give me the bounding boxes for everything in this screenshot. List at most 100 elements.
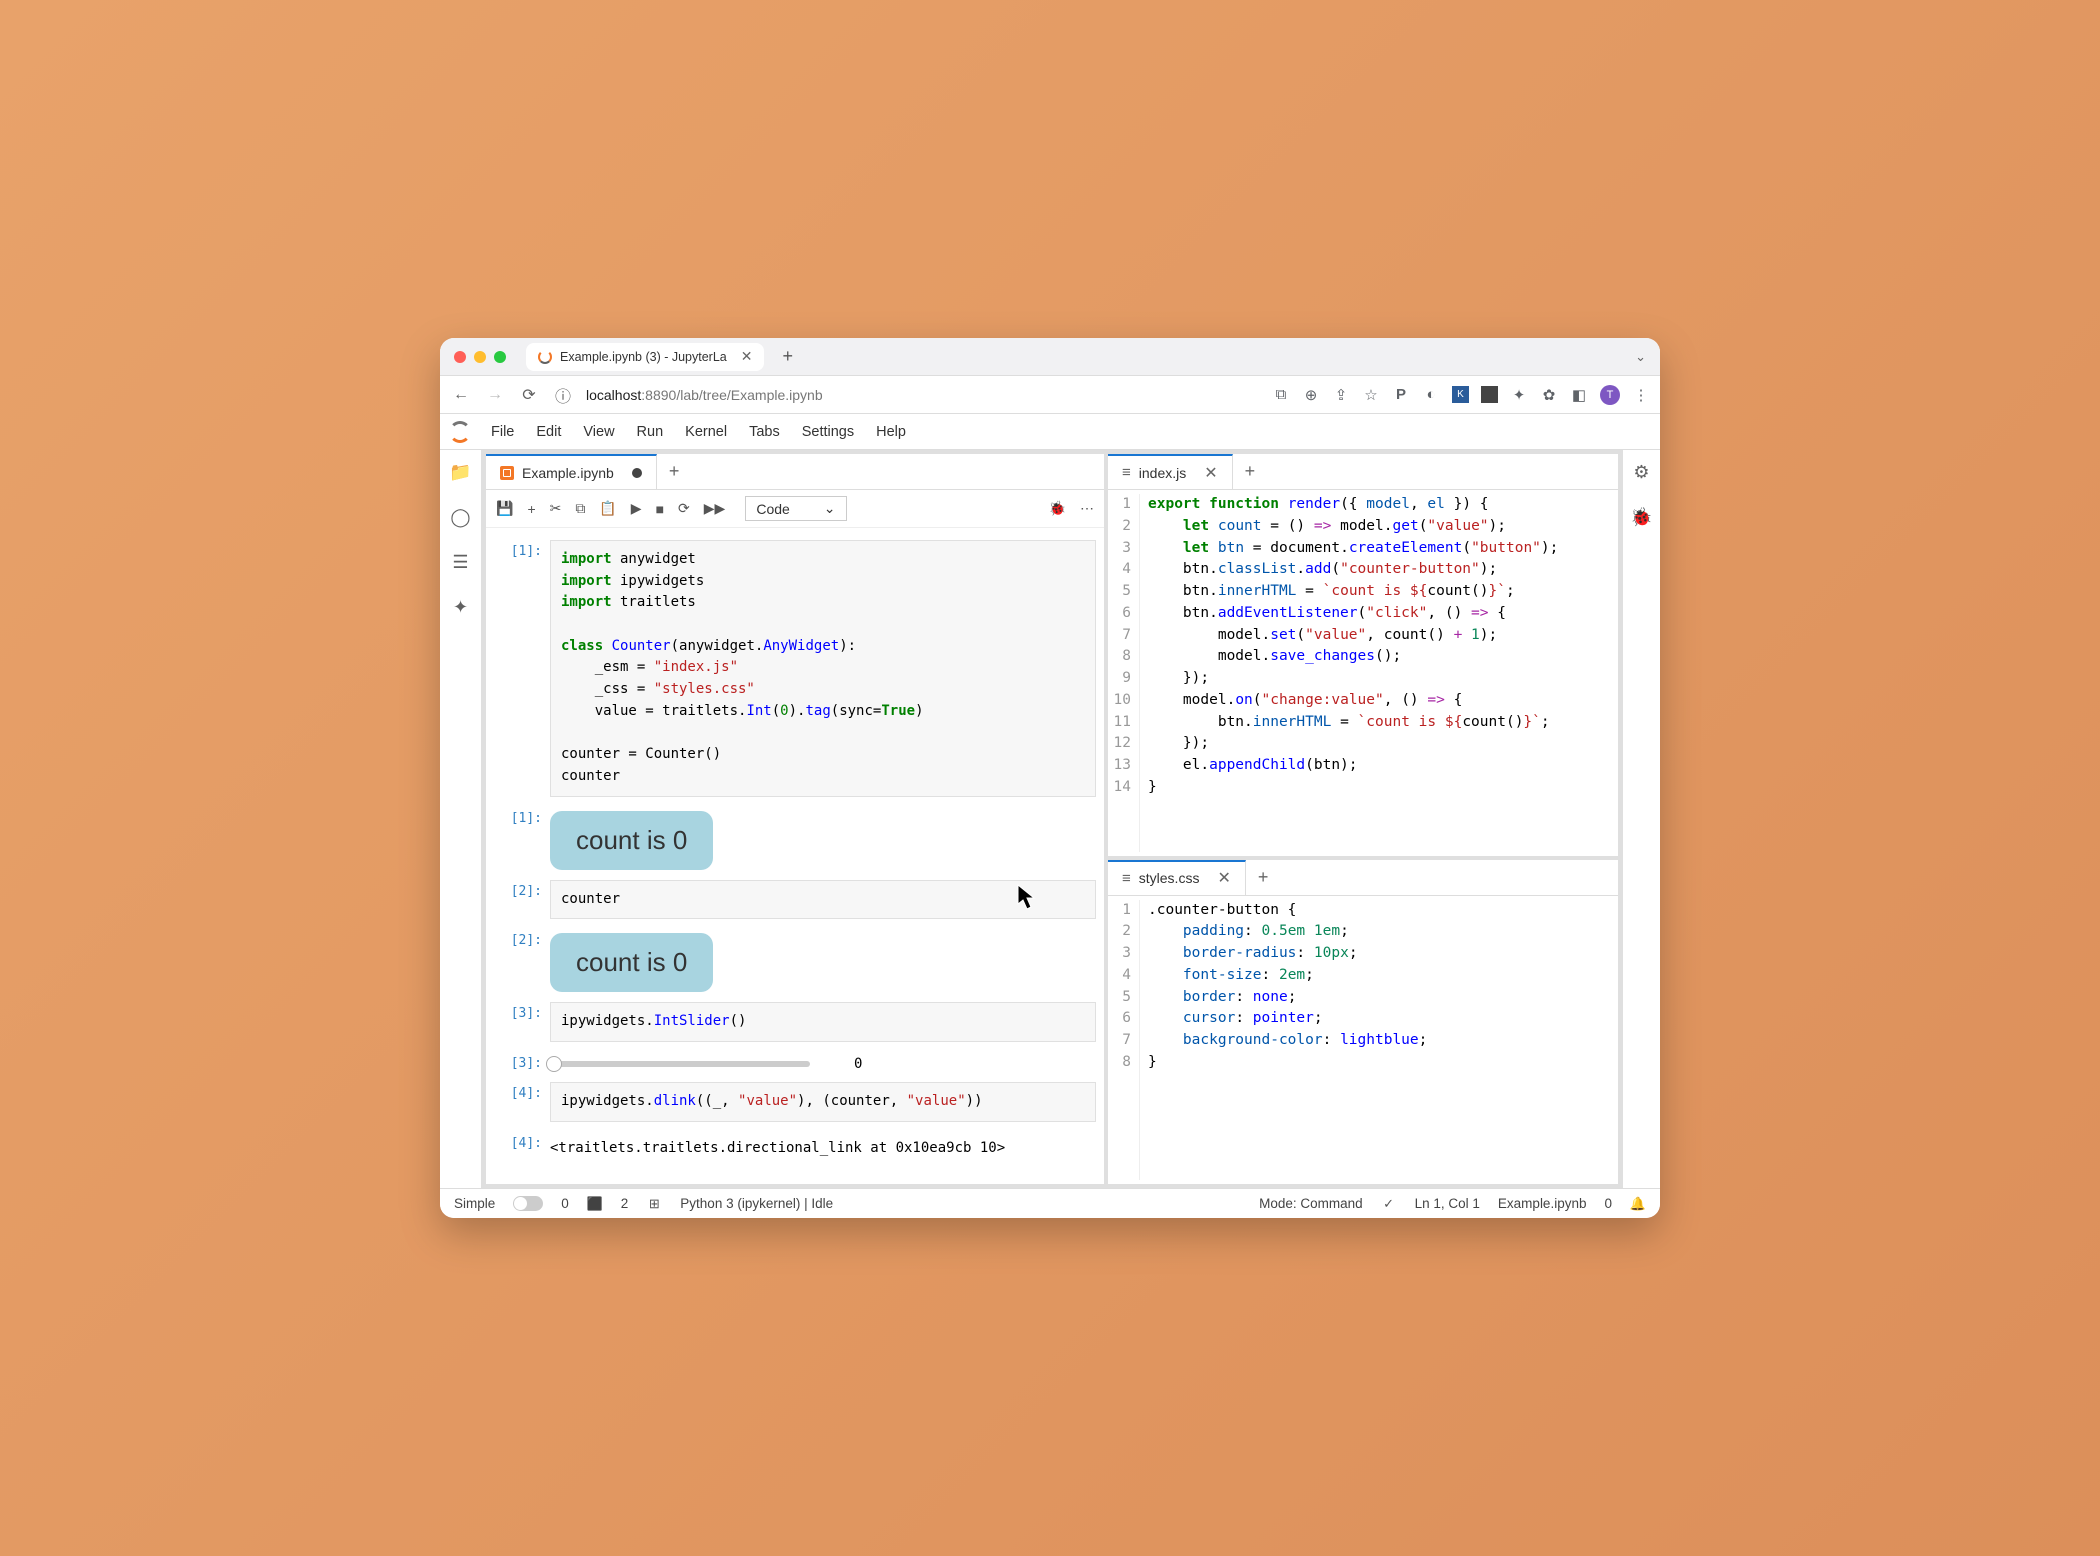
ext-blocker-icon[interactable]: ◐ <box>1422 386 1440 404</box>
js-code[interactable]: export function render({ model, el }) { … <box>1140 494 1618 852</box>
js-tab[interactable]: ≡ index.js ✕ <box>1108 454 1233 489</box>
css-tab-label: styles.css <box>1139 870 1200 886</box>
extension-manager-icon[interactable]: ✦ <box>453 597 468 618</box>
cut-icon[interactable]: ✂ <box>550 500 562 517</box>
code-editor[interactable]: ipywidgets.IntSlider() <box>550 1002 1096 1042</box>
folder-icon[interactable]: 📁 <box>449 462 471 483</box>
slider-thumb[interactable] <box>546 1056 562 1072</box>
property-inspector-icon[interactable]: ⚙ <box>1633 462 1649 483</box>
close-tab-icon[interactable]: ✕ <box>1217 868 1230 888</box>
trusted-icon[interactable]: ✓ <box>1381 1196 1397 1212</box>
slider-track[interactable] <box>550 1061 810 1067</box>
share-icon[interactable]: ⇪ <box>1332 386 1350 404</box>
close-window-button[interactable] <box>454 351 466 363</box>
code-editor[interactable]: ipywidgets.dlink((_, "value"), (counter,… <box>550 1082 1096 1122</box>
jupyter-menubar: File Edit View Run Kernel Tabs Settings … <box>440 414 1660 450</box>
simple-mode-toggle[interactable] <box>513 1196 543 1211</box>
open-external-icon[interactable]: ⧉ <box>1272 386 1290 404</box>
add-tab-button[interactable]: + <box>657 461 692 482</box>
css-tab[interactable]: ≡ styles.css ✕ <box>1108 860 1246 895</box>
menu-help[interactable]: Help <box>865 414 917 449</box>
css-code[interactable]: .counter-button { padding: 0.5em 1em; bo… <box>1140 900 1618 1181</box>
ext-square1-icon[interactable]: K <box>1452 386 1469 403</box>
save-icon[interactable]: 💾 <box>496 500 513 517</box>
status-count-2: 2 <box>621 1196 629 1211</box>
chevron-down-icon: ⌄ <box>824 500 836 517</box>
output-text: <traitlets.traitlets.directional_link at… <box>550 1132 1096 1165</box>
url-field[interactable]: localhost:8890/lab/tree/Example.ipynb <box>586 387 1260 403</box>
site-info-icon[interactable]: ⓘ <box>552 383 574 407</box>
notebook-tab[interactable]: Example.ipynb <box>486 454 657 489</box>
bookmark-icon[interactable]: ☆ <box>1362 386 1380 404</box>
cell-prompt: [1]: <box>494 807 550 870</box>
file-status: Example.ipynb <box>1498 1196 1587 1211</box>
running-icon[interactable]: ◯ <box>450 507 470 528</box>
run-icon[interactable]: ▶ <box>631 500 642 517</box>
minimize-window-button[interactable] <box>474 351 486 363</box>
cell-prompt: [2]: <box>494 929 550 992</box>
ext-leaf-icon[interactable]: ✿ <box>1540 386 1558 404</box>
cell-2-input[interactable]: [2]: counter <box>494 880 1096 920</box>
counter-widget-button[interactable]: count is 0 <box>550 933 713 992</box>
sidepanel-icon[interactable]: ◧ <box>1570 386 1588 404</box>
kernel-chip-icon[interactable]: ⊞ <box>646 1196 662 1212</box>
new-tab-button[interactable]: + <box>782 346 793 367</box>
js-editor-pane: ≡ index.js ✕ + 1 2 3 4 5 6 7 8 9 10 11 1… <box>1108 454 1618 856</box>
line-col-status[interactable]: Ln 1, Col 1 <box>1415 1196 1480 1211</box>
menu-kernel[interactable]: Kernel <box>674 414 738 449</box>
forward-button[interactable]: → <box>484 386 506 404</box>
ext-square2-icon[interactable] <box>1481 386 1498 403</box>
add-tab-button[interactable]: + <box>1246 867 1281 888</box>
maximize-window-button[interactable] <box>494 351 506 363</box>
menu-view[interactable]: View <box>572 414 625 449</box>
css-tabrow: ≡ styles.css ✕ + <box>1108 860 1618 896</box>
menu-tabs[interactable]: Tabs <box>738 414 791 449</box>
notebook-body[interactable]: [1]: import anywidget import ipywidgets … <box>486 528 1104 1184</box>
menu-file[interactable]: File <box>480 414 525 449</box>
tab-overflow-icon[interactable]: ⌄ <box>1635 349 1646 365</box>
menu-run[interactable]: Run <box>626 414 675 449</box>
css-editor[interactable]: 1 2 3 4 5 6 7 8 .counter-button { paddin… <box>1108 896 1618 1185</box>
fast-forward-icon[interactable]: ▶▶ <box>704 500 726 517</box>
paste-icon[interactable]: 📋 <box>599 500 616 517</box>
counter-widget-button[interactable]: count is 0 <box>550 811 713 870</box>
insert-cell-icon[interactable]: + <box>527 501 535 517</box>
cell-1-input[interactable]: [1]: import anywidget import ipywidgets … <box>494 540 1096 797</box>
int-slider-widget[interactable]: 0 <box>550 1052 1096 1072</box>
debugger-icon[interactable]: 🐞 <box>1630 507 1652 528</box>
bell-icon[interactable]: 🔔 <box>1630 1196 1646 1212</box>
celltype-select[interactable]: Code⌄ <box>745 496 846 521</box>
debug-icon[interactable]: 🐞 <box>1049 500 1066 517</box>
cell-3-input[interactable]: [3]: ipywidgets.IntSlider() <box>494 1002 1096 1042</box>
toc-icon[interactable]: ☰ <box>452 552 468 573</box>
restart-icon[interactable]: ⟳ <box>678 500 690 517</box>
cell-4-output: [4]: <traitlets.traitlets.directional_li… <box>494 1132 1096 1165</box>
code-editor[interactable]: import anywidget import ipywidgets impor… <box>550 540 1096 797</box>
ext-p-icon[interactable]: P <box>1392 386 1410 404</box>
zoom-icon[interactable]: ⊕ <box>1302 386 1320 404</box>
js-editor[interactable]: 1 2 3 4 5 6 7 8 9 10 11 12 13 14 export … <box>1108 490 1618 856</box>
main-area: Example.ipynb + 💾 + ✂ ⧉ 📋 ▶ ■ ⟳ ▶▶ <box>482 450 1622 1188</box>
close-tab-icon[interactable]: ✕ <box>741 348 753 365</box>
menu-edit[interactable]: Edit <box>525 414 572 449</box>
browser-tab[interactable]: Example.ipynb (3) - JupyterLa ✕ <box>526 343 764 371</box>
stop-icon[interactable]: ■ <box>656 501 664 517</box>
overflow-icon[interactable]: ⋯ <box>1080 500 1094 517</box>
extensions-icon[interactable]: ✦ <box>1510 386 1528 404</box>
right-column: ≡ index.js ✕ + 1 2 3 4 5 6 7 8 9 10 11 1… <box>1108 454 1618 1184</box>
menu-settings[interactable]: Settings <box>791 414 865 449</box>
jupyter-logo[interactable] <box>440 421 480 443</box>
notebook-tab-label: Example.ipynb <box>522 465 614 481</box>
copy-icon[interactable]: ⧉ <box>575 500 585 517</box>
profile-avatar[interactable]: T <box>1600 385 1620 405</box>
kernel-status[interactable]: Python 3 (ipykernel) | Idle <box>680 1196 833 1211</box>
close-tab-icon[interactable]: ✕ <box>1204 463 1217 483</box>
add-tab-button[interactable]: + <box>1233 461 1268 482</box>
terminal-icon[interactable]: ⬛ <box>587 1196 603 1212</box>
reload-button[interactable]: ⟳ <box>518 385 540 405</box>
code-editor[interactable]: counter <box>550 880 1096 920</box>
more-icon[interactable]: ⋮ <box>1632 386 1650 404</box>
cell-4-input[interactable]: [4]: ipywidgets.dlink((_, "value"), (cou… <box>494 1082 1096 1122</box>
back-button[interactable]: ← <box>450 386 472 404</box>
line-gutter: 1 2 3 4 5 6 7 8 9 10 11 12 13 14 <box>1108 494 1140 852</box>
